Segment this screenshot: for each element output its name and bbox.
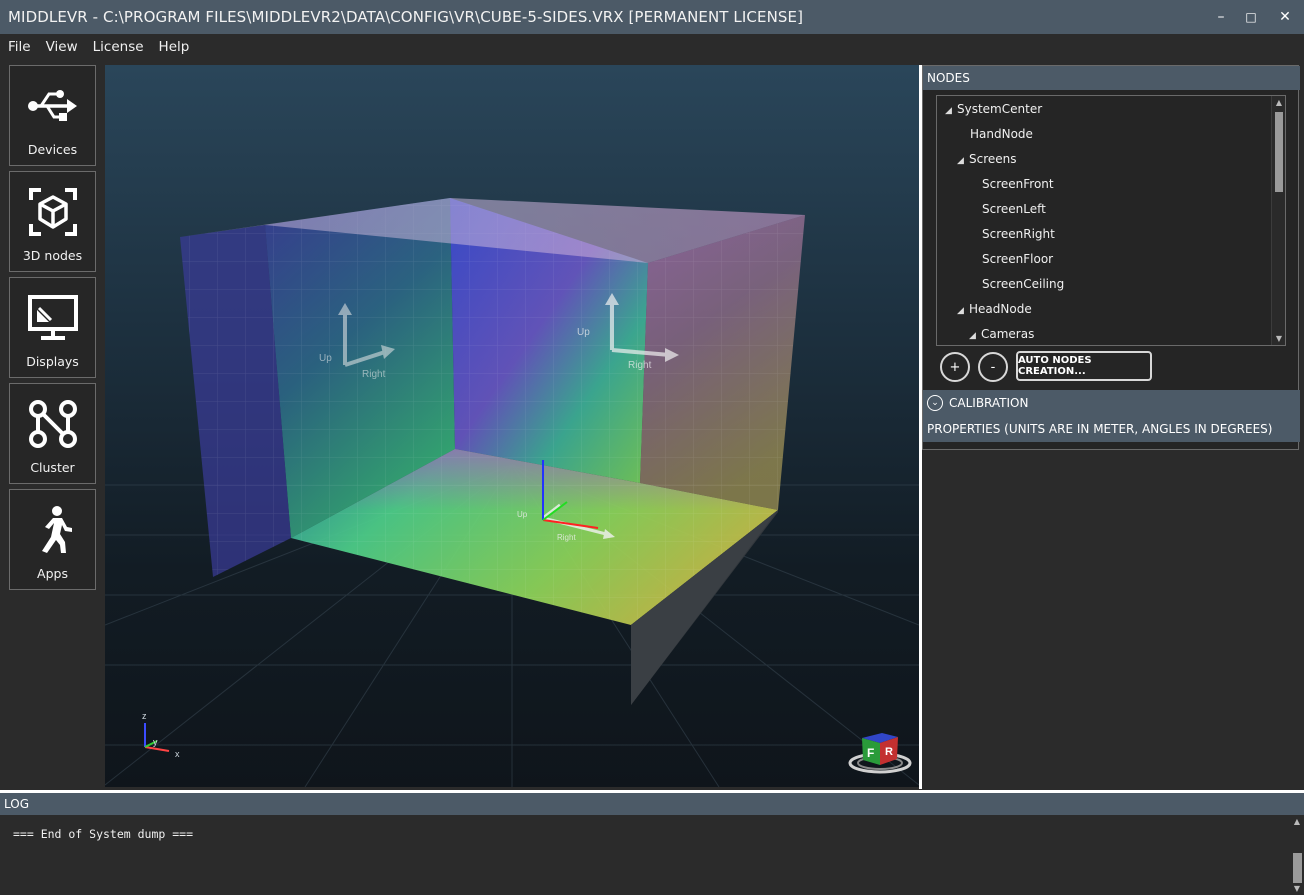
tree-item-handnode[interactable]: HandNode [970, 124, 1033, 144]
right-up-label: Up [577, 327, 590, 338]
view-cube-icon[interactable]: F R [848, 733, 912, 774]
nodes-header: NODES [923, 66, 1300, 90]
floor-up-label: Up [517, 510, 528, 519]
view-cube-right-label: R [885, 746, 893, 758]
tree-item-screenfront[interactable]: ScreenFront [982, 174, 1054, 194]
scroll-up-icon[interactable]: ▲ [1290, 817, 1304, 826]
close-icon: ✕ [1279, 9, 1291, 25]
menu-view[interactable]: View [46, 39, 78, 55]
expand-arrow-icon[interactable]: ◢ [969, 326, 981, 345]
calibration-label: CALIBRATION [949, 396, 1029, 410]
cave-scene: Up Right Up Right Up Right z y x F R [105, 198, 919, 787]
close-button[interactable]: ✕ [1268, 0, 1302, 34]
tree-item-label: ScreenFront [982, 177, 1054, 191]
tree-item-label: SystemCenter [957, 102, 1043, 116]
remove-node-button[interactable]: - [978, 352, 1008, 382]
nodes-panel: NODES ◢ SystemCenter HandNode ◢ Screens Sc… [922, 65, 1300, 450]
axis-z-label: z [142, 711, 147, 721]
3d-viewport[interactable]: Up Right Up Right Up Right z y x F R [105, 65, 919, 787]
expand-arrow-icon[interactable]: ◢ [945, 101, 957, 121]
right-right-label: Right [628, 360, 652, 371]
apps-button[interactable]: Apps [9, 489, 96, 590]
left-up-label: Up [319, 353, 332, 364]
apps-label: Apps [37, 566, 68, 581]
cluster-button[interactable]: Cluster [9, 383, 96, 484]
log-scroll-thumb[interactable] [1293, 853, 1302, 883]
view-cube-front-label: F [867, 746, 874, 760]
cube-icon [25, 184, 81, 240]
menu-license[interactable]: License [93, 39, 144, 55]
tree-item-label: ScreenRight [982, 227, 1055, 241]
tree-item-label: ScreenFloor [982, 252, 1054, 266]
log-panel[interactable]: === End of System dump === ▲ ▼ [0, 815, 1304, 895]
cluster-icon [25, 396, 81, 452]
walking-person-icon [25, 502, 81, 558]
tree-item-screenleft[interactable]: ScreenLeft [982, 199, 1046, 219]
minimize-icon: – [1217, 9, 1225, 25]
tree-item-screenfloor[interactable]: ScreenFloor [982, 249, 1053, 269]
chevron-down-circle-icon[interactable]: ⌄ [927, 395, 943, 411]
tree-item-label: HandNode [970, 127, 1033, 141]
menu-bar: File View License Help [0, 34, 1304, 60]
tree-item-label: HeadNode [969, 302, 1032, 316]
displays-label: Displays [26, 354, 79, 369]
tree-item-screenceiling[interactable]: ScreenCeiling [982, 274, 1064, 294]
maximize-icon: □ [1245, 10, 1257, 24]
devices-button[interactable]: Devices [9, 65, 96, 166]
window-title: MIDDLEVR - C:\PROGRAM FILES\MIDDLEVR2\DA… [8, 8, 804, 26]
tree-item-cameras[interactable]: ◢ Cameras [969, 324, 1034, 344]
axis-y-label: y [153, 737, 158, 747]
scroll-down-icon[interactable]: ▼ [1290, 884, 1304, 893]
nodes-tree[interactable]: ◢ SystemCenter HandNode ◢ Screens ScreenFr… [936, 95, 1286, 346]
add-node-button[interactable]: + [940, 352, 970, 382]
menu-help[interactable]: Help [159, 39, 190, 55]
tree-item-systemcenter[interactable]: ◢ SystemCenter [945, 99, 1042, 119]
tree-item-screenright[interactable]: ScreenRight [982, 224, 1055, 244]
tree-item-label: ScreenLeft [982, 202, 1046, 216]
log-line: === End of System dump === [13, 827, 194, 841]
scroll-up-icon[interactable]: ▲ [1272, 98, 1285, 107]
tree-item-label: Screens [969, 152, 1017, 166]
tree-item-screens[interactable]: ◢ Screens [957, 149, 1017, 169]
left-toolbar: Devices 3D nodes Displays Cluster Apps [0, 60, 104, 790]
properties-header: PROPERTIES (UNITS ARE IN METER, ANGLES I… [923, 416, 1300, 442]
tree-item-label: Cameras [981, 327, 1035, 341]
tree-item-label: ScreenCeiling [982, 277, 1065, 291]
cluster-label: Cluster [30, 460, 75, 475]
calibration-header[interactable]: ⌄ CALIBRATION [923, 390, 1300, 416]
expand-arrow-icon[interactable]: ◢ [957, 151, 969, 171]
scroll-thumb[interactable] [1275, 112, 1283, 192]
3d-nodes-button[interactable]: 3D nodes [9, 171, 96, 272]
3d-nodes-label: 3D nodes [22, 248, 83, 263]
devices-label: Devices [27, 142, 78, 157]
log-scrollbar[interactable]: ▲ ▼ [1290, 815, 1304, 895]
scroll-down-icon[interactable]: ▼ [1272, 334, 1285, 343]
axis-x-label: x [175, 749, 180, 759]
log-header: LOG [0, 793, 1304, 815]
left-right-label: Right [362, 369, 386, 380]
floor-right-label: Right [557, 533, 576, 542]
expand-arrow-icon[interactable]: ◢ [957, 301, 969, 321]
displays-button[interactable]: Displays [9, 277, 96, 378]
monitor-icon [25, 290, 81, 346]
tree-scrollbar[interactable]: ▲ ▼ [1271, 96, 1285, 345]
minimize-button[interactable]: – [1204, 0, 1238, 34]
tree-item-headnode[interactable]: ◢ HeadNode [957, 299, 1032, 319]
auto-nodes-creation-button[interactable]: AUTO NODES CREATION... [1016, 351, 1152, 381]
usb-icon [25, 78, 81, 134]
menu-file[interactable]: File [8, 39, 31, 55]
maximize-button[interactable]: □ [1234, 0, 1268, 34]
title-bar: MIDDLEVR - C:\PROGRAM FILES\MIDDLEVR2\DA… [0, 0, 1304, 34]
